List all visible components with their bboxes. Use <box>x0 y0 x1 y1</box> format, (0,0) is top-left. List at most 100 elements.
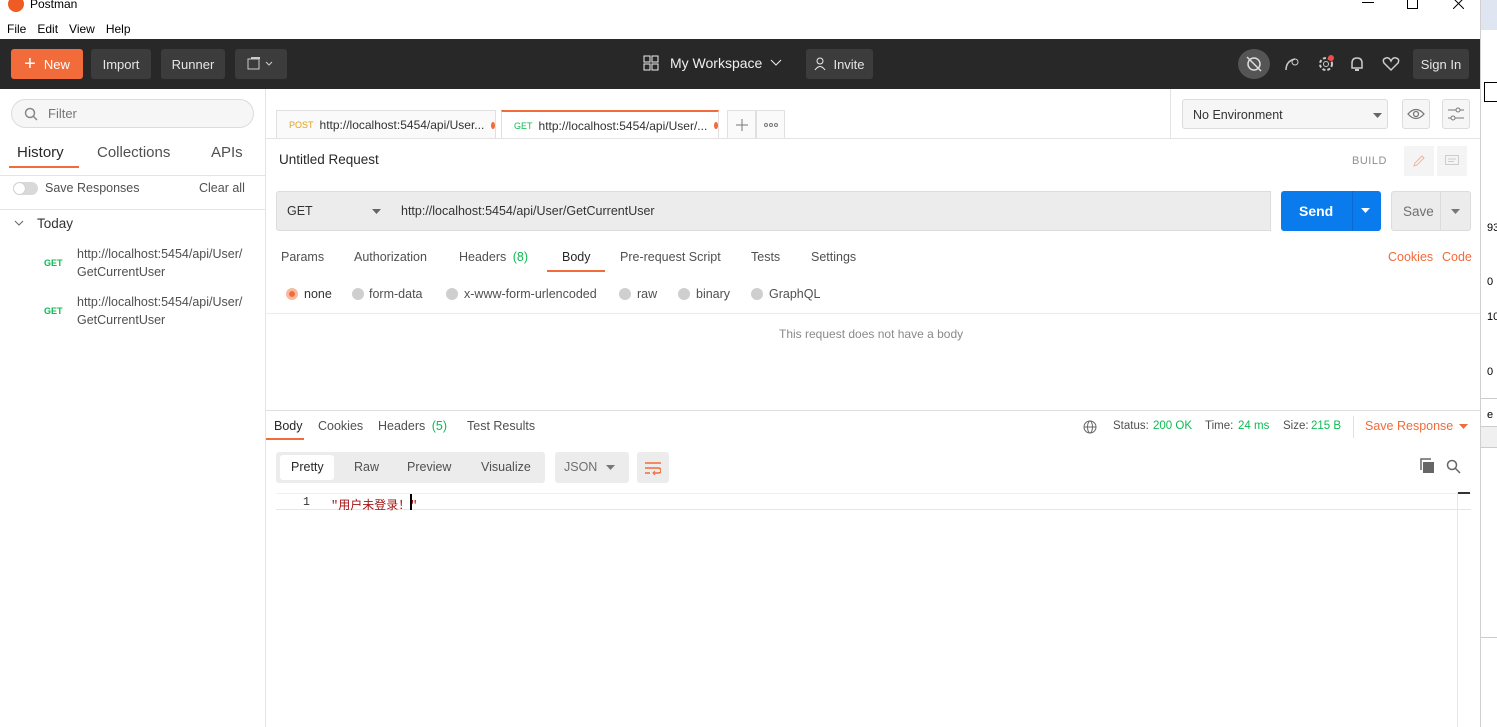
menu-view[interactable]: View <box>69 22 95 36</box>
tab-settings[interactable]: Settings <box>811 250 856 264</box>
caret-down-icon <box>606 465 615 470</box>
environment-quick-look-button[interactable] <box>1402 99 1430 129</box>
menu-edit[interactable]: Edit <box>37 22 58 36</box>
time-value[interactable]: 24 ms <box>1238 420 1269 432</box>
minimize-icon[interactable] <box>1346 0 1390 12</box>
radio-graphql[interactable] <box>751 288 763 300</box>
caret-down-icon[interactable] <box>1451 209 1460 214</box>
response-tab-body[interactable]: Body <box>274 419 303 433</box>
invite-button[interactable]: Invite <box>806 49 873 79</box>
filter-field[interactable] <box>11 99 254 128</box>
tab-headers[interactable]: Headers (8) <box>459 250 528 264</box>
tab-history[interactable]: History <box>17 144 64 161</box>
language-select[interactable]: JSON <box>555 452 629 483</box>
tab-options-button[interactable] <box>756 110 785 139</box>
radio-none-label: none <box>304 287 332 301</box>
plus-icon <box>735 119 748 131</box>
import-button[interactable]: Import <box>91 49 151 79</box>
format-raw-button[interactable]: Raw <box>354 460 379 474</box>
radio-x-www-form-urlencoded[interactable] <box>446 288 458 300</box>
radio-none[interactable] <box>286 288 298 300</box>
divider <box>266 138 1170 139</box>
edit-pencil-icon[interactable] <box>1404 146 1434 176</box>
sync-off-icon[interactable] <box>1238 49 1270 79</box>
history-group-today[interactable]: Today <box>37 216 73 231</box>
search-icon[interactable] <box>1446 459 1461 474</box>
tab-pre-request-script[interactable]: Pre-request Script <box>620 250 721 264</box>
heart-icon[interactable] <box>1381 54 1401 74</box>
response-tab-cookies[interactable]: Cookies <box>318 419 363 433</box>
user-plus-icon <box>815 57 826 71</box>
runner-button[interactable]: Runner <box>161 49 225 79</box>
clear-all-button[interactable]: Clear all <box>199 181 245 195</box>
tab-body[interactable]: Body <box>562 250 591 264</box>
request-title[interactable]: Untitled Request <box>279 152 379 167</box>
tab-apis[interactable]: APIs <box>211 144 243 161</box>
cookies-link[interactable]: Cookies <box>1388 250 1433 264</box>
method-select[interactable]: GET <box>276 191 392 231</box>
manage-environments-button[interactable] <box>1442 99 1470 129</box>
send-button[interactable]: Send <box>1281 191 1381 231</box>
sign-in-button[interactable]: Sign In <box>1413 49 1469 79</box>
divider <box>1171 138 1481 139</box>
filter-input[interactable] <box>48 106 238 121</box>
wrap-lines-button[interactable] <box>637 452 669 483</box>
history-url: http://localhost:5454/api/User/GetCurren… <box>77 295 243 327</box>
response-tab-headers[interactable]: Headers (5) <box>378 419 447 433</box>
radio-raw[interactable] <box>619 288 631 300</box>
request-tab[interactable]: POST http://localhost:5454/api/User... <box>276 110 496 139</box>
history-item[interactable]: GET http://localhost:5454/api/User/GetCu… <box>0 289 265 335</box>
environment-select[interactable]: No Environment <box>1182 99 1388 129</box>
size-label: Size: <box>1283 420 1309 432</box>
maximize-icon[interactable] <box>1390 0 1434 12</box>
settings-gear-icon[interactable] <box>1316 54 1336 74</box>
comment-icon[interactable] <box>1437 146 1467 176</box>
scrollbar-thumb[interactable] <box>1458 492 1470 494</box>
format-visualize-button[interactable]: Visualize <box>481 460 531 474</box>
size-value[interactable]: 215 B <box>1311 420 1341 432</box>
edge-text: 10 <box>1487 311 1497 323</box>
response-tab-test-results[interactable]: Test Results <box>467 419 535 433</box>
tab-authorization[interactable]: Authorization <box>354 250 427 264</box>
caret-down-icon[interactable] <box>1361 208 1370 213</box>
history-item[interactable]: GET http://localhost:5454/api/User/GetCu… <box>0 241 265 287</box>
save-response-button[interactable]: Save Response <box>1365 419 1453 433</box>
save-responses-toggle[interactable] <box>13 182 38 195</box>
tab-collections[interactable]: Collections <box>97 144 170 161</box>
grid-icon <box>643 55 659 71</box>
save-button[interactable]: Save <box>1391 191 1471 231</box>
edge-text: 0 <box>1487 366 1494 378</box>
tab-params[interactable]: Params <box>281 250 324 264</box>
radio-binary[interactable] <box>678 288 690 300</box>
chevron-down-icon[interactable] <box>14 220 24 227</box>
menu-help[interactable]: Help <box>106 22 131 36</box>
notification-bell-icon[interactable] <box>1347 54 1367 74</box>
code-link[interactable]: Code <box>1442 250 1472 264</box>
menu-file[interactable]: File <box>7 22 26 36</box>
globe-icon[interactable] <box>1083 420 1097 434</box>
method-label: GET <box>287 204 313 218</box>
workspace-selector[interactable]: My Workspace <box>643 55 782 71</box>
copy-icon[interactable] <box>1419 458 1435 474</box>
status-value[interactable]: 200 OK <box>1153 420 1192 432</box>
tab-tests[interactable]: Tests <box>751 250 780 264</box>
invite-label: Invite <box>833 56 865 72</box>
caret-down-icon[interactable] <box>1459 424 1468 429</box>
method-badge: GET <box>44 258 63 268</box>
url-value: http://localhost:5454/api/User/GetCurren… <box>401 204 655 218</box>
vertical-scrollbar[interactable] <box>1457 492 1471 727</box>
response-body-text[interactable]: "用户未登录！" <box>331 496 417 513</box>
new-button[interactable]: + New <box>11 49 83 79</box>
close-icon[interactable] <box>1436 0 1480 12</box>
method-badge: GET <box>44 306 63 316</box>
new-tab-button[interactable] <box>727 110 756 139</box>
url-input[interactable]: http://localhost:5454/api/User/GetCurren… <box>391 191 1271 231</box>
plus-icon: + <box>24 53 36 75</box>
request-tab-active[interactable]: GET http://localhost:5454/api/User/... <box>501 110 719 139</box>
satellite-icon[interactable] <box>1282 54 1302 74</box>
response-editor[interactable] <box>276 493 1471 510</box>
response-divider[interactable] <box>266 410 1480 411</box>
new-window-button[interactable] <box>235 49 287 79</box>
format-preview-button[interactable]: Preview <box>407 460 451 474</box>
radio-form-data[interactable] <box>352 288 364 300</box>
